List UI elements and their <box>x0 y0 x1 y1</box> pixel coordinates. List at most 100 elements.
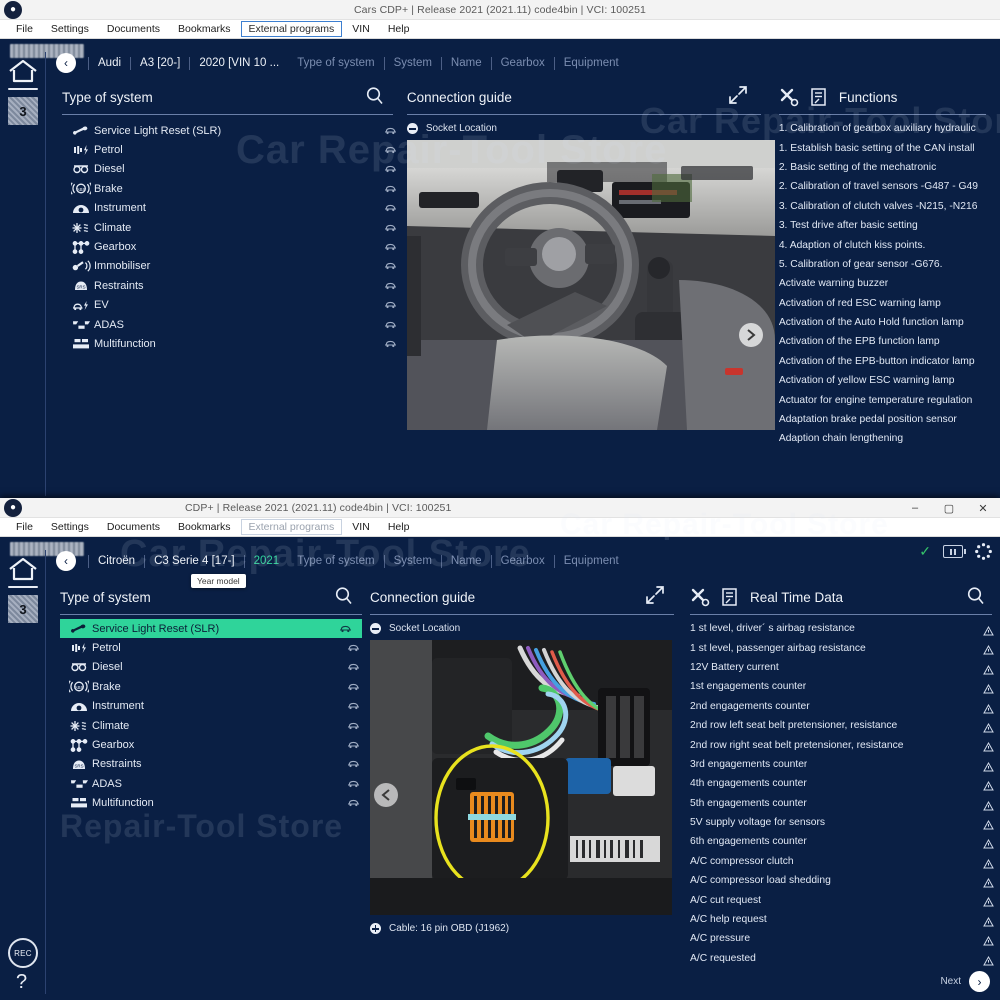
help-icon[interactable]: ? <box>16 971 27 994</box>
breadcrumb-type-of-system[interactable]: Type of system <box>288 555 383 567</box>
list-item-selected[interactable]: Service Light Reset (SLR) <box>60 619 362 639</box>
list-item[interactable]: ABS Brake <box>62 179 407 198</box>
list-item[interactable]: Activate warning buzzer <box>779 274 1000 293</box>
menu-bookmarks[interactable]: Bookmarks <box>170 21 239 37</box>
list-item[interactable]: A/C compressor clutch <box>690 852 1000 871</box>
menu-external-programs[interactable]: External programs <box>240 21 343 37</box>
list-item[interactable]: Multifunction <box>60 794 370 813</box>
list-item[interactable]: Instrument <box>62 199 407 218</box>
list-item[interactable]: Gearbox <box>62 237 407 256</box>
breadcrumb-gearbox[interactable]: Gearbox <box>492 555 554 567</box>
search-icon[interactable] <box>334 586 354 611</box>
list-item[interactable]: 4. Adaption of clutch kiss points. <box>779 235 1000 254</box>
list-item[interactable]: 3. Calibration of clutch valves -N215, -… <box>779 197 1000 216</box>
list-item[interactable]: 6th engagements counter <box>690 832 1000 851</box>
socket-location-section[interactable]: Socket Location <box>406 123 775 134</box>
list-item[interactable]: Activation of the EPB function lamp <box>779 332 1000 351</box>
list-item[interactable]: 5. Calibration of gear sensor -G676. <box>779 255 1000 274</box>
list-item[interactable]: Activation of red ESC warning lamp <box>779 294 1000 313</box>
menu-file[interactable]: File <box>8 519 41 535</box>
breadcrumb-gearbox[interactable]: Gearbox <box>492 57 554 69</box>
breadcrumb-year[interactable]: 2020 [VIN 10 ... <box>190 57 288 69</box>
list-item[interactable]: 3. Test drive after basic setting <box>779 216 1000 235</box>
list-item[interactable]: 4th engagements counter <box>690 774 1000 793</box>
list-item[interactable]: A/C compressor load shedding <box>690 871 1000 890</box>
list-item[interactable]: ADAS <box>62 315 407 334</box>
list-item[interactable]: 1. Calibration of gearbox auxiliary hydr… <box>779 119 1000 138</box>
breadcrumb-model[interactable]: A3 [20-] <box>131 57 189 69</box>
list-item[interactable]: Gearbox <box>60 735 370 754</box>
expand-icon[interactable] <box>644 584 666 611</box>
back-button[interactable]: ‹ <box>56 551 76 571</box>
breadcrumb-name[interactable]: Name <box>442 555 491 567</box>
list-item[interactable]: 5V supply voltage for sensors <box>690 813 1000 832</box>
home-icon[interactable] <box>7 556 39 582</box>
breadcrumb-make[interactable]: Citroën <box>89 555 144 567</box>
list-item[interactable]: 2. Basic setting of the mechatronic <box>779 158 1000 177</box>
list-item[interactable]: 2. Calibration of travel sensors -G487 -… <box>779 177 1000 196</box>
list-item[interactable]: Immobiliser <box>62 257 407 276</box>
list-item[interactable]: Actuator for engine temperature regulati… <box>779 390 1000 409</box>
breadcrumb-model[interactable]: C3 Serie 4 [17-] <box>145 555 244 567</box>
menu-documents[interactable]: Documents <box>99 519 168 535</box>
breadcrumb-type-of-system[interactable]: Type of system <box>288 57 383 69</box>
tools-icon[interactable] <box>779 87 799 107</box>
tools-icon[interactable] <box>690 587 710 607</box>
search-icon[interactable] <box>365 86 385 111</box>
report-icon[interactable] <box>809 87 829 107</box>
minimize-button[interactable]: – <box>898 498 932 518</box>
list-item[interactable]: Activation of yellow ESC warning lamp <box>779 371 1000 390</box>
vehicle-count-badge[interactable]: 3 <box>8 595 38 623</box>
list-item[interactable]: A/C pressure <box>690 929 1000 948</box>
menu-help[interactable]: Help <box>380 519 418 535</box>
list-item[interactable]: Climate <box>60 716 370 735</box>
record-button[interactable]: REC <box>8 938 38 968</box>
expand-cable-icon[interactable] <box>370 923 381 934</box>
close-button[interactable]: ✕ <box>966 498 1000 518</box>
breadcrumb-name[interactable]: Name <box>442 57 491 69</box>
socket-location-section[interactable]: Socket Location <box>370 623 686 634</box>
list-item[interactable]: SRS Restraints <box>62 276 407 295</box>
collapse-icon[interactable] <box>370 623 381 634</box>
cable-info[interactable]: Cable: 16 pin OBD (J1962) <box>370 923 686 934</box>
breadcrumb-year[interactable]: 2021 <box>245 555 289 567</box>
list-item[interactable]: Adaptation brake pedal position sensor <box>779 410 1000 429</box>
list-item[interactable]: 2nd engagements counter <box>690 697 1000 716</box>
list-item[interactable]: Service Light Reset (SLR) <box>62 121 407 140</box>
list-item[interactable]: Diesel <box>62 160 407 179</box>
list-item[interactable]: Activation of the Auto Hold function lam… <box>779 313 1000 332</box>
list-item[interactable]: 12V Battery current <box>690 658 1000 677</box>
menu-vin[interactable]: VIN <box>344 519 378 535</box>
titlebar-window2[interactable]: ● CDP+ | Release 2021 (2021.11) code4bin… <box>0 498 1000 518</box>
search-icon[interactable] <box>966 586 986 611</box>
breadcrumb-system[interactable]: System <box>385 57 441 69</box>
maximize-button[interactable]: ▢ <box>932 498 966 518</box>
list-item[interactable]: Activation of the EPB-button indicator l… <box>779 352 1000 371</box>
list-item[interactable]: 1 st level, passenger airbag resistance <box>690 638 1000 657</box>
back-button[interactable]: ‹ <box>56 53 76 73</box>
breadcrumb-system[interactable]: System <box>385 555 441 567</box>
list-item[interactable]: 1. Establish basic setting of the CAN in… <box>779 138 1000 157</box>
menu-bookmarks[interactable]: Bookmarks <box>170 519 239 535</box>
menu-help[interactable]: Help <box>380 21 418 37</box>
vehicle-count-badge[interactable]: 3 <box>8 97 38 125</box>
list-item[interactable]: Instrument <box>60 697 370 716</box>
breadcrumb-make[interactable]: Audi <box>89 57 130 69</box>
next-navigation[interactable]: Next › <box>940 971 990 992</box>
collapse-icon[interactable] <box>406 123 418 134</box>
list-item[interactable]: Petrol <box>60 638 370 657</box>
list-item[interactable]: 2nd row right seat belt pretensioner, re… <box>690 735 1000 754</box>
menu-settings[interactable]: Settings <box>43 21 97 37</box>
menu-documents[interactable]: Documents <box>99 21 168 37</box>
list-item[interactable]: 5th engagements counter <box>690 794 1000 813</box>
list-item[interactable]: SRS Restraints <box>60 755 370 774</box>
menu-file[interactable]: File <box>8 21 41 37</box>
list-item[interactable]: Adaption chain lengthening <box>779 429 1000 448</box>
list-item[interactable]: ADAS <box>60 774 370 793</box>
list-item[interactable]: Petrol <box>62 140 407 159</box>
list-item[interactable]: A/C cut request <box>690 890 1000 909</box>
list-item[interactable]: Diesel <box>60 658 370 677</box>
list-item[interactable]: A/C requested <box>690 949 1000 968</box>
report-icon[interactable] <box>720 587 740 607</box>
list-item[interactable]: 2nd row left seat belt pretensioner, res… <box>690 716 1000 735</box>
